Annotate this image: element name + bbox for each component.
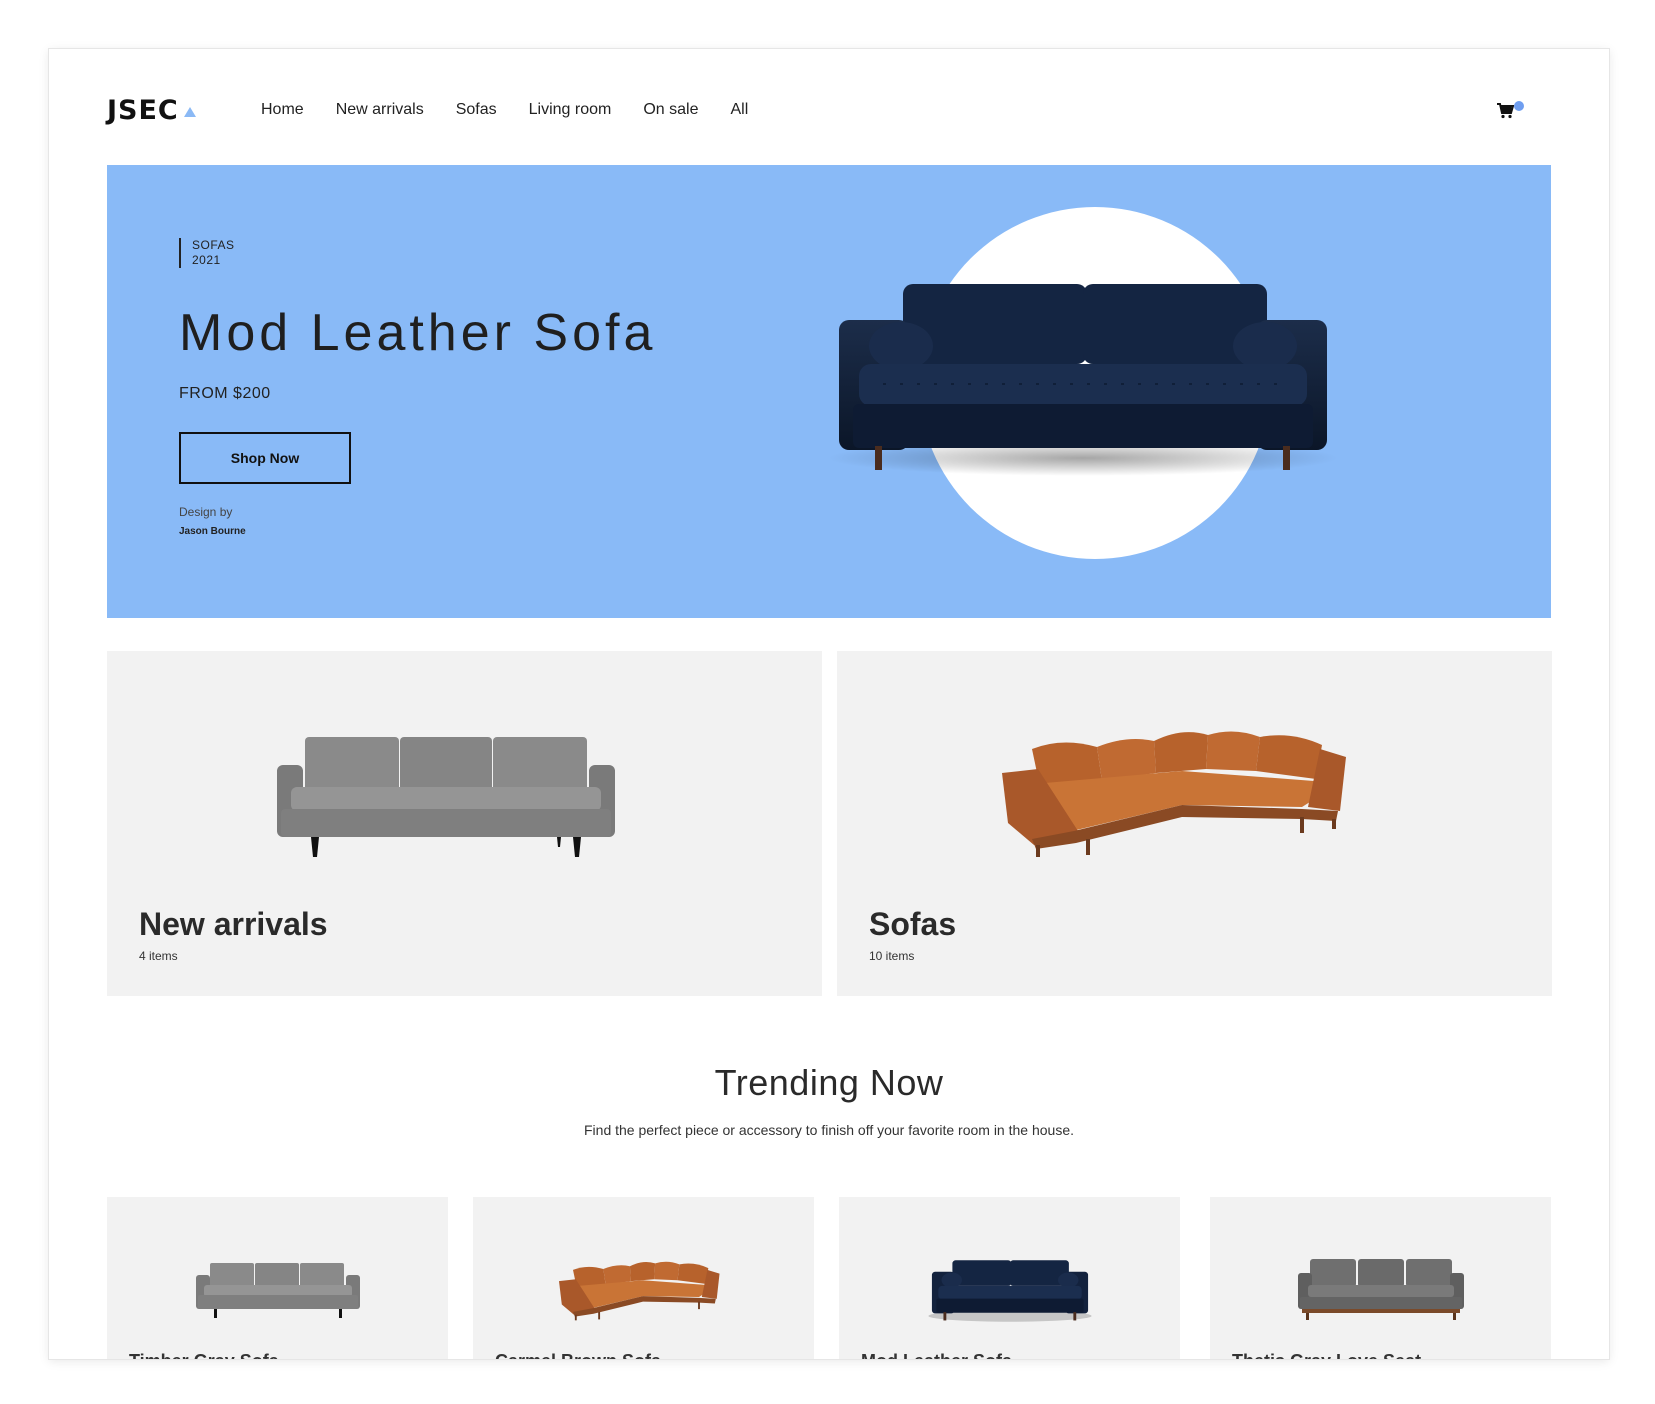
trending-subtitle: Find the perfect piece or accessory to f… — [584, 1122, 1074, 1138]
cart-icon — [1497, 103, 1515, 119]
sectional-sofa-image — [559, 1261, 720, 1321]
cart-button[interactable] — [1497, 101, 1529, 121]
nav-living-room[interactable]: Living room — [529, 101, 612, 119]
trending-title: Trending Now — [714, 1062, 944, 1103]
gray-sofa-image — [277, 737, 615, 857]
product-card[interactable]: Carmel Brown Sofa — [473, 1197, 814, 1359]
nav-new-arrivals[interactable]: New arrivals — [336, 101, 424, 119]
logo-triangle-icon — [183, 107, 196, 117]
hero-sofa-image — [828, 284, 1338, 476]
designer-name: Jason Bourne — [179, 526, 246, 537]
category-title: New arrivals — [139, 906, 328, 942]
product-name: Timber Gray Sofa — [129, 1351, 279, 1359]
shop-now-button[interactable]: Shop Now — [179, 432, 351, 484]
design-by-label: Design by — [179, 505, 233, 519]
product-name: Carmel Brown Sofa — [495, 1351, 661, 1359]
nav-on-sale[interactable]: On sale — [643, 101, 698, 119]
sectional-sofa-image — [1002, 731, 1346, 857]
hero-title: Mod Leather Sofa — [179, 304, 657, 362]
product-card[interactable]: Mod Leather Sofa — [839, 1197, 1180, 1359]
category-title: Sofas — [869, 906, 957, 942]
product-card[interactable]: Timber Gray Sofa — [107, 1197, 448, 1359]
nav-sofas[interactable]: Sofas — [456, 101, 497, 119]
nav-home[interactable]: Home — [261, 101, 304, 119]
gray-sofa-image — [196, 1263, 360, 1318]
product-card[interactable]: Thetis Gray Love Seat — [1210, 1197, 1551, 1359]
cart-badge — [1514, 101, 1524, 111]
main-nav: Home New arrivals Sofas Living room On s… — [261, 101, 748, 119]
logo[interactable]: JSEC — [107, 94, 196, 126]
navy-velvet-sofa-image — [928, 1260, 1092, 1322]
logo-text: JSEC — [107, 94, 179, 126]
page-frame: JSEC Home New arrivals Sofas Living room… — [49, 49, 1609, 1359]
hero-tag: SOFAS 2021 — [179, 238, 235, 268]
nav-all[interactable]: All — [730, 101, 748, 119]
category-count: 10 items — [869, 949, 915, 963]
hero-banner: SOFAS 2021 Mod Leather Sofa FROM $200 Sh… — [107, 165, 1551, 618]
hero-price: FROM $200 — [179, 385, 271, 402]
product-name: Thetis Gray Love Seat — [1232, 1351, 1421, 1359]
gray-loveseat-image — [1298, 1259, 1464, 1320]
category-card-new-arrivals[interactable]: New arrivals 4 items — [107, 651, 822, 996]
category-card-sofas[interactable]: Sofas 10 items — [837, 651, 1552, 996]
hero-tag-category: SOFAS — [192, 238, 235, 252]
product-name: Mod Leather Sofa — [861, 1351, 1012, 1359]
hero-tag-year: 2021 — [192, 253, 221, 267]
category-count: 4 items — [139, 949, 178, 963]
